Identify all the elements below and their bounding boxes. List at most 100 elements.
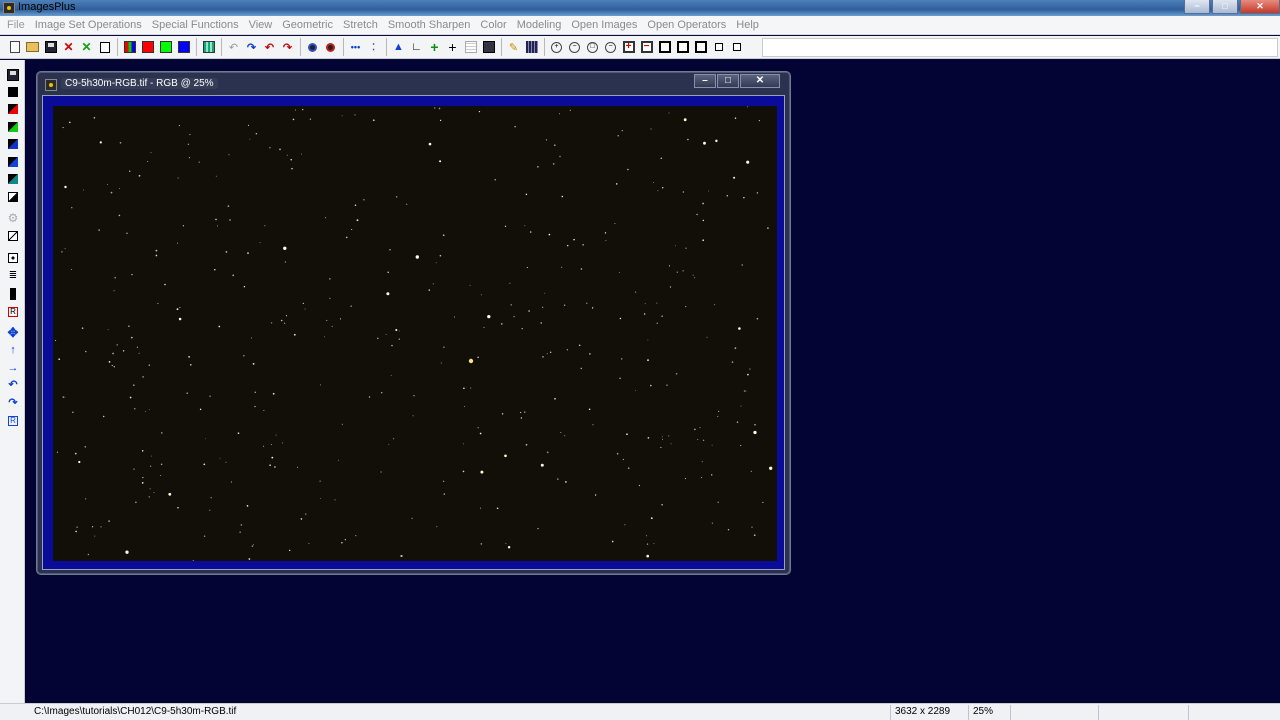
minimize-button[interactable]: − [1184, 0, 1210, 14]
zoom-fit-icon[interactable]: □ [584, 38, 601, 56]
grid-icon[interactable] [200, 38, 217, 56]
crop-red-icon[interactable]: R [5, 304, 21, 319]
black-white-square-icon[interactable] [5, 189, 21, 204]
close-red-x-icon[interactable]: ✕ [60, 38, 77, 56]
open-folder-icon[interactable] [24, 38, 41, 56]
status-dimensions: 3632 x 2289 [890, 705, 968, 720]
menu-file[interactable]: File [2, 16, 30, 34]
green-plus-icon[interactable]: + [426, 38, 443, 56]
maximize-button[interactable]: □ [1212, 0, 1238, 14]
star [270, 322, 273, 324]
save-disk-icon[interactable] [5, 67, 21, 82]
star [243, 286, 246, 288]
redo-icon[interactable]: ↷ [243, 38, 260, 56]
box-outline-5-icon[interactable] [728, 38, 745, 56]
black-bar-icon[interactable] [5, 286, 21, 301]
menu-open-operators[interactable]: Open Operators [642, 16, 731, 34]
box-outline-3-icon[interactable] [692, 38, 709, 56]
teal-black-square-icon[interactable] [5, 171, 21, 186]
zoom-actual-icon[interactable]: − [602, 38, 619, 56]
star [669, 286, 672, 288]
diagonal-icon[interactable] [5, 228, 21, 243]
close-green-x-icon[interactable]: ✕ [78, 38, 95, 56]
copy-icon[interactable] [96, 38, 113, 56]
menu-image-set-operations[interactable]: Image Set Operations [30, 16, 147, 34]
menu-view[interactable]: View [244, 16, 278, 34]
list-icon[interactable]: ≣ [5, 268, 21, 283]
circle-blue-icon[interactable] [304, 38, 321, 56]
blue-black-square-2-icon[interactable] [5, 154, 21, 169]
grid-dark-icon[interactable] [523, 38, 540, 56]
blue-channel-icon[interactable] [175, 38, 192, 56]
redo-red-icon[interactable]: ↷ [279, 38, 296, 56]
zoom-out-icon[interactable]: − [566, 38, 583, 56]
image-window-titlebar[interactable]: C9-5h30m-RGB.tif - RGB @ 25% – □ ✕ [41, 74, 786, 94]
star [749, 368, 751, 370]
undo-icon[interactable]: ↶ [225, 38, 242, 56]
menu-modeling[interactable]: Modeling [512, 16, 567, 34]
image-window[interactable]: C9-5h30m-RGB.tif - RGB @ 25% – □ ✕ [36, 71, 791, 575]
blue-black-square-icon[interactable] [5, 136, 21, 151]
red-black-square-icon[interactable] [5, 101, 21, 116]
move-arrows-icon[interactable]: ✥ [5, 325, 21, 340]
register-icon[interactable]: R [5, 413, 21, 428]
star [702, 239, 705, 242]
star [682, 270, 684, 272]
red-channel-icon[interactable] [139, 38, 156, 56]
star [354, 114, 356, 116]
table-icon[interactable] [462, 38, 479, 56]
black-square-icon[interactable] [5, 84, 21, 99]
image-maximize-button[interactable]: □ [717, 74, 739, 88]
undo-red-icon[interactable]: ↶ [261, 38, 278, 56]
star [188, 157, 190, 159]
close-button[interactable]: ✕ [1240, 0, 1280, 14]
rotate-down-icon[interactable]: ↷ [5, 395, 21, 410]
right-arrow-icon[interactable]: → [5, 360, 21, 375]
star [285, 315, 288, 317]
crosshair-icon[interactable]: + [444, 38, 461, 56]
star [305, 513, 307, 515]
box-outline-1-icon[interactable] [656, 38, 673, 56]
up-arrow-icon[interactable]: ↑ [5, 342, 21, 357]
menu-color[interactable]: Color [475, 16, 511, 34]
green-channel-icon[interactable] [157, 38, 174, 56]
star [209, 509, 211, 511]
starfield-image[interactable] [53, 106, 777, 561]
menu-geometric[interactable]: Geometric [277, 16, 338, 34]
camera-icon[interactable] [480, 38, 497, 56]
menu-help[interactable]: Help [731, 16, 764, 34]
menu-open-images[interactable]: Open Images [566, 16, 642, 34]
rgb-channels-icon[interactable] [121, 38, 138, 56]
zoom-in-icon[interactable]: + [548, 38, 565, 56]
image-close-button[interactable]: ✕ [740, 74, 780, 88]
target-box-icon[interactable] [5, 250, 21, 265]
star [102, 415, 105, 418]
star [580, 268, 583, 270]
save-icon[interactable] [42, 38, 59, 56]
new-icon[interactable] [6, 38, 23, 56]
curve-points-icon[interactable]: ⁚ [365, 38, 382, 56]
image-minimize-button[interactable]: – [694, 74, 716, 88]
star [561, 195, 564, 198]
rotate-left-icon[interactable]: ↶ [5, 377, 21, 392]
green-black-square-icon[interactable] [5, 119, 21, 134]
star [246, 505, 249, 507]
star [513, 315, 515, 318]
gear-icon[interactable]: ⚙ [5, 210, 21, 225]
histogram-icon[interactable]: ▲ [390, 38, 407, 56]
star [738, 327, 741, 330]
ruler-icon[interactable]: ∟ [408, 38, 425, 56]
box-outline-4-icon[interactable] [710, 38, 727, 56]
box-red-plus-icon[interactable]: + [620, 38, 637, 56]
star [569, 109, 571, 111]
dotted-line-icon[interactable]: ••• [347, 38, 364, 56]
box-red-minus-icon[interactable]: − [638, 38, 655, 56]
menu-smooth-sharpen[interactable]: Smooth Sharpen [383, 16, 476, 34]
pencil-icon[interactable]: ✎ [505, 38, 522, 56]
menu-special-functions[interactable]: Special Functions [147, 16, 244, 34]
menu-stretch[interactable]: Stretch [338, 16, 383, 34]
star [341, 423, 343, 425]
star [617, 134, 619, 137]
box-outline-2-icon[interactable] [674, 38, 691, 56]
circle-red-icon[interactable] [322, 38, 339, 56]
